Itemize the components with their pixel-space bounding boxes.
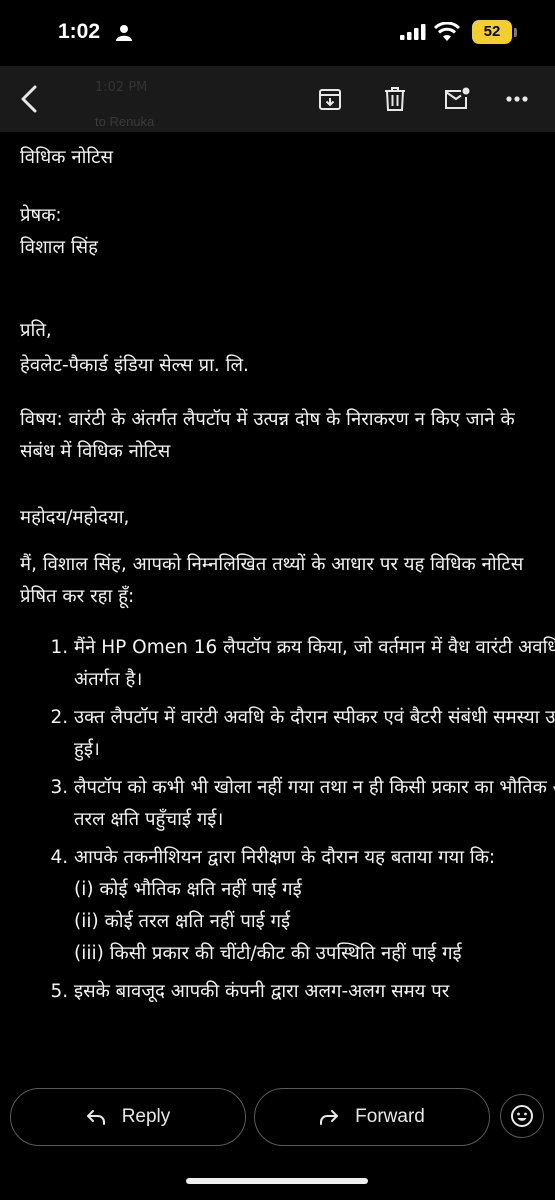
sender-label: प्रेषक:: [20, 205, 62, 226]
reply-label: Reply: [121, 1106, 171, 1127]
mark-unread-icon: [445, 87, 470, 109]
list-item: उक्त लैपटॉप में वारंटी अवधि के दौरान स्प…: [74, 702, 555, 766]
action-bar: Reply Forward: [0, 1080, 555, 1200]
reply-button[interactable]: Reply: [10, 1088, 246, 1146]
list-item-text: आपके तकनीशियन द्वारा निरीक्षण के दौरान य…: [74, 847, 496, 868]
battery-indicator: 52: [472, 20, 512, 44]
ghost-time: 1:02 PM: [95, 80, 148, 95]
list-item: लैपटॉप को कभी भी खोला नहीं गया तथा न ही …: [74, 772, 555, 836]
status-bar: 1:02 52: [0, 0, 555, 66]
sub-point: (i) कोई भौतिक क्षति नहीं पाई गई: [74, 879, 302, 900]
forward-button[interactable]: Forward: [254, 1088, 490, 1146]
battery-tip: [514, 28, 517, 37]
forward-icon: [320, 1110, 339, 1125]
email-toolbar: 1:02 PM to Renuka: [0, 66, 555, 132]
archive-icon: [319, 89, 341, 110]
list-item-text: लैपटॉप को कभी भी खोला नहीं गया तथा न ही …: [74, 777, 555, 830]
back-icon: [21, 85, 37, 113]
list-item: इसके बावजूद आपकी कंपनी द्वारा अलग-अलग सम…: [74, 976, 555, 1008]
more-button[interactable]: [497, 79, 537, 119]
email-body: विधिक नोटिस प्रेषक: विशाल सिंह प्रति, हे…: [0, 132, 555, 1092]
delete-button[interactable]: [375, 79, 415, 119]
wifi-icon: [433, 21, 461, 46]
to-name: हेवलेट-पैकार्ड इंडिया सेल्स प्रा. लि.: [20, 355, 249, 376]
emoji-icon: [511, 1105, 533, 1127]
mark-unread-button[interactable]: [437, 79, 477, 119]
archive-button[interactable]: [310, 79, 350, 119]
more-icon: [506, 96, 528, 102]
emoji-reaction-button[interactable]: [500, 1094, 544, 1138]
sub-point: (iii) किसी प्रकार की चींटी/कीट की उपस्थि…: [74, 943, 462, 964]
sender-name: विशाल सिंह: [20, 237, 98, 258]
intro-paragraph: मैं, विशाल सिंह, आपको निम्नलिखित तथ्यों …: [20, 554, 524, 607]
list-item: मैंने HP Omen 16 लैपटॉप क्रय किया, जो वर…: [74, 632, 555, 696]
list-item-text: मैंने HP Omen 16 लैपटॉप क्रय किया, जो वर…: [74, 637, 555, 690]
ghost-recipient: to Renuka: [95, 114, 155, 129]
sub-point: (ii) कोई तरल क्षति नहीं पाई गई: [74, 911, 291, 932]
back-button[interactable]: [10, 79, 50, 119]
facts-list: मैंने HP Omen 16 लैपटॉप क्रय किया, जो वर…: [20, 632, 555, 1014]
status-time: 1:02: [58, 20, 101, 43]
email-title: विधिक नोटिस: [20, 147, 114, 168]
home-indicator: [186, 1178, 368, 1184]
reply-icon: [86, 1110, 105, 1125]
delete-icon: [385, 87, 405, 111]
list-item: आपके तकनीशियन द्वारा निरीक्षण के दौरान य…: [74, 842, 555, 970]
list-item-text: इसके बावजूद आपकी कंपनी द्वारा अलग-अलग सम…: [74, 981, 450, 1002]
salutation: महोदय/महोदया,: [20, 507, 130, 528]
forward-label: Forward: [355, 1106, 425, 1127]
signal-icon: [400, 24, 426, 44]
email-subject: विषय: वारंटी के अंतर्गत लैपटॉप में उत्पन…: [20, 409, 515, 462]
list-item-text: उक्त लैपटॉप में वारंटी अवधि के दौरान स्प…: [74, 707, 555, 760]
person-icon: [116, 24, 132, 46]
to-label: प्रति,: [20, 320, 52, 341]
